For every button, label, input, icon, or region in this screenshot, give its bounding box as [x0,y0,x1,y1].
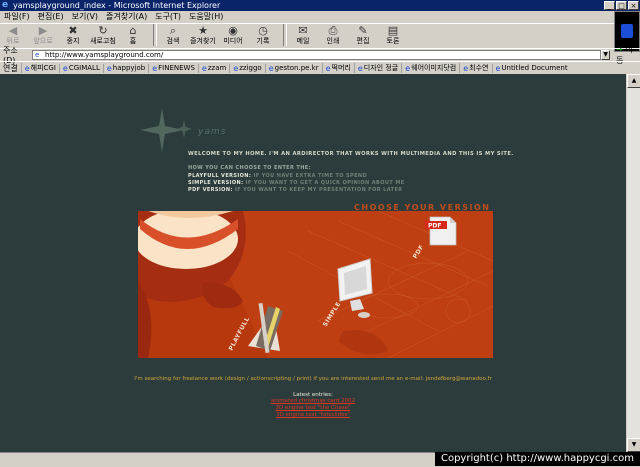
scroll-down-arrow-icon[interactable]: ▼ [627,438,640,452]
favorites-button[interactable]: ★ 즐겨찾기 [190,24,216,45]
address-dropdown-button[interactable]: ▼ [601,50,611,60]
history-button[interactable]: ◷ 기록 [250,24,276,45]
ie-page-icon: e [106,63,112,73]
link-happyjob[interactable]: e happyjob [102,63,148,73]
home-button[interactable]: ⌂ 홈 [120,24,146,45]
maximize-button[interactable]: □ [616,1,627,10]
refresh-icon: ↻ [98,24,108,37]
ie-page-icon: e [495,63,501,73]
search-icon: ⌕ [169,24,177,37]
ie-page-icon: e [233,63,239,73]
site-logo: yams [198,127,227,137]
menu-view[interactable]: 보기(V) [68,11,102,23]
ie-page-icon: e [405,63,411,73]
link-ddeokmeori[interactable]: e 떡머리 [321,63,354,73]
option-pdf: PDF VERSION: IF YOU WANT TO KEEP MY PRES… [188,187,403,193]
go-arrow-icon: ➔ [616,45,623,54]
page-content: yams WELCOME TO MY HOME. I'M AN ARDIRECT… [0,74,626,452]
links-bar: 연결 e 해피CGI e CGIMALL e happyjob e FINENEWS e… [0,61,640,74]
toolbar-separator [283,24,287,46]
edit-icon: ✎ [358,24,368,37]
link-zzam[interactable]: e zzam [197,63,229,73]
browser-window: e yamsplayground_index - Microsoft Inter… [0,0,640,467]
menu-help[interactable]: 도움말(H) [185,11,227,23]
menu-favorites[interactable]: 즐겨찾기(A) [102,11,151,23]
back-button[interactable]: ◀ 뒤로 [0,24,26,45]
address-bar: 주소(D) e http://www.yamsplayground.com/ ▼… [0,45,640,65]
print-icon: ⎙ [328,24,338,37]
link-finenews[interactable]: e FINENEWS [148,63,198,73]
option-playfull: PLAYFULL VERSION: IF YOU HAVE EXTRA TIME… [188,173,368,179]
standard-toolbar: ◀ 뒤로 ▶ 앞으로 ✖ 중지 ↻ 새로고침 ⌂ 홈 ⌕ 검색 ★ 즐겨찾기 ◉ 미디어 ◷ 기록… [0,24,612,48]
toolbar-separator [153,24,157,46]
ie-logo-icon: e [2,0,9,10]
ie-page-icon: e [152,63,158,73]
link-zziggo[interactable]: e zziggo [229,63,264,73]
home-icon: ⌂ [129,24,137,37]
media-icon: ◉ [228,24,238,37]
link-geston[interactable]: e geston.pe.kr [264,63,322,73]
discuss-button[interactable]: ▤ 토론 [380,24,406,45]
discuss-icon: ▤ [387,24,399,37]
ie-page-icon: e [268,63,274,73]
menu-file[interactable]: 파일(F) [0,11,34,23]
link-choisuyeon[interactable]: e 최수연 [459,63,491,73]
vertical-scrollbar[interactable]: ▲ ▼ [626,74,640,452]
link-wearimage[interactable]: e 웨어이미지닷컴 [401,63,459,73]
ie-page-icon: e [325,63,331,73]
sparkle-star-logo-icon [140,108,192,152]
back-arrow-icon: ◀ [8,24,18,37]
scroll-up-arrow-icon[interactable]: ▲ [627,74,640,88]
minimize-button[interactable]: _ [604,1,615,10]
edit-button[interactable]: ✎ 편집 [350,24,376,45]
address-url: http://www.yamsplayground.com/ [44,51,164,59]
link-design-jungle[interactable]: e 디자인 정글 [353,63,401,73]
refresh-button[interactable]: ↻ 새로고침 [90,24,116,45]
entry-link-fotoslides[interactable]: 3D engine test "fotoslides" [0,412,626,418]
link-happycgi[interactable]: e 해피CGI [20,63,59,73]
entry-link-christmas-card[interactable]: animated christmas card 2002 [0,398,626,404]
page-icon: e [34,50,40,59]
menu-edit[interactable]: 편집(E) [34,11,68,23]
ie-page-icon: e [62,63,68,73]
intro-text: HOW YOU CAN CHOOSE TO ENTER THE: [188,165,311,171]
ie-page-icon: e [201,63,207,73]
print-button[interactable]: ⎙ 인쇄 [320,24,346,45]
welcome-text: WELCOME TO MY HOME. I'M AN ARDIRECTOR TH… [188,151,514,157]
links-label: 연결 [3,63,18,73]
menu-tools[interactable]: 도구(T) [151,11,185,23]
star-icon: ★ [198,24,208,37]
window-title: yamsplayground_index - Microsoft Interne… [13,1,221,10]
freelance-notice: I'm searching for freelance work (design… [134,376,492,382]
mail-button[interactable]: ✉ 메일 [290,24,316,45]
menu-bar: 파일(F) 편집(E) 보기(V) 즐겨찾기(A) 도구(T) 도움말(H) [0,11,640,24]
forward-arrow-icon: ▶ [38,24,48,37]
ie-page-icon: e [463,63,469,73]
pdf-icon-label: PDF [428,223,441,230]
link-untitled-document[interactable]: e Untitled Document [491,63,571,73]
title-bar[interactable]: e yamsplayground_index - Microsoft Inter… [0,0,640,11]
link-cgimall[interactable]: e CGIMALL [58,63,103,73]
version-chooser-panel: PLAYFULL SIMPLE PDF PDF [138,211,493,358]
stop-icon: ✖ [68,24,78,37]
stop-button[interactable]: ✖ 중지 [60,24,86,45]
media-button[interactable]: ◉ 미디어 [220,24,246,45]
mail-icon: ✉ [298,24,308,37]
ie-page-icon: e [24,63,30,73]
search-button[interactable]: ⌕ 검색 [160,24,186,45]
ie-page-icon: e [357,63,363,73]
history-icon: ◷ [258,24,268,37]
copyright-overlay: Copyright(c) http://www.happycgi.com [434,452,640,466]
option-simple: SIMPLE VERSION: IF YOU WANT TO GET A QUI… [188,180,405,186]
forward-button[interactable]: ▶ 앞으로 [30,24,56,45]
address-input[interactable]: e http://www.yamsplayground.com/ [31,50,602,60]
entry-link-the-chase[interactable]: 3D engine test "the Chase" [0,405,626,411]
close-button[interactable]: × [628,1,639,10]
